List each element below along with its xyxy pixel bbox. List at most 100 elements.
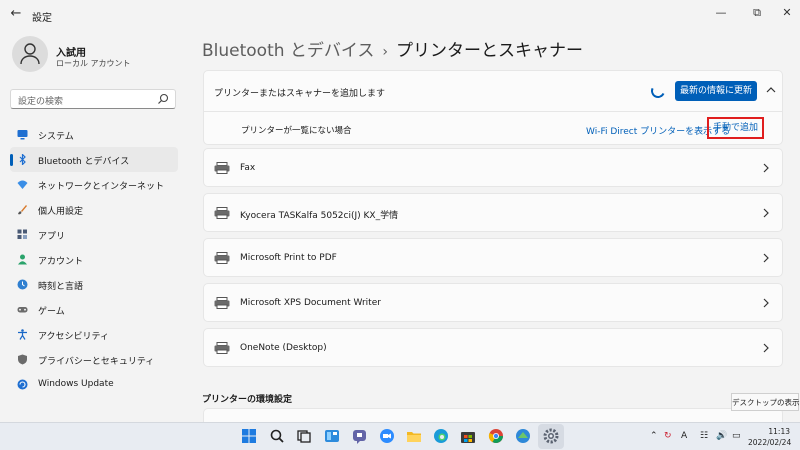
sidebar-item-shield[interactable]: プライバシーとセキュリティ [10,347,178,372]
ime-indicator[interactable]: A [681,431,687,441]
sidebar-item-label: ネットワークとインターネット [38,182,165,192]
user-name: 入試用 [56,48,86,59]
battery-icon[interactable]: ▭ [732,431,741,441]
printer-item[interactable]: Kyocera TASKalfa 5052ci(J) KX_学情 [203,193,783,232]
printer-name: Fax [240,163,256,173]
printer-item[interactable]: Fax [203,148,783,187]
clock-date: 2022/02/24 [748,438,792,447]
sidebar-item-accessibility[interactable]: アクセシビリティ [10,322,178,347]
zoom-icon[interactable] [379,428,395,444]
close-button[interactable]: ✕ [776,4,798,22]
sidebar-item-gamepad[interactable]: ゲーム [10,297,178,322]
add-printer-row: プリンターまたはスキャナーを追加します 最新の情報に更新 [204,71,782,111]
printer-item[interactable]: OneNote (Desktop) [203,328,783,367]
chevron-right-icon: › [382,44,389,60]
printer-name: Microsoft Print to PDF [240,253,337,263]
monitor-icon [17,130,28,140]
accessibility-icon [18,329,27,340]
show-desktop-tooltip: デスクトップの表示 [731,393,800,411]
page-title: プリンターとスキャナー [396,41,584,61]
sidebar-item-update[interactable]: Windows Update [10,372,178,397]
printer-icon [214,342,230,354]
sidebar-item-label: アプリ [38,232,66,242]
account-type: ローカル アカウント [56,59,131,68]
person-icon [20,43,40,65]
not-listed-row: プリンターが一覧にない場合 Wi-Fi Direct プリンターを表示する 手動… [204,112,782,146]
printer-icon [214,252,230,264]
sidebar-item-brush[interactable]: 個人用設定 [10,197,178,222]
sidebar-item-person[interactable]: アカウント [10,247,178,272]
store-icon[interactable] [460,428,476,444]
sidebar-item-label: プライバシーとセキュリティ [38,357,155,367]
taskbar: ⌃ ↻ A ☷ 🔊 ▭ 11:13 2022/02/24 [0,422,800,450]
chevron-right-icon [763,343,769,353]
printer-name: OneNote (Desktop) [240,343,327,353]
sidebar-item-label: システム [38,132,74,142]
bluetooth-icon [19,154,26,165]
search-icon[interactable] [269,428,285,444]
search-input[interactable]: 設定の検索 [10,89,176,109]
printer-item[interactable]: Microsoft Print to PDF [203,238,783,277]
add-printer-card: プリンターまたはスキャナーを追加します 最新の情報に更新 プリンターが一覧にない… [203,70,783,145]
network-icon[interactable]: ☷ [700,431,708,441]
file-explorer-icon[interactable] [406,428,422,444]
sync-icon[interactable]: ↻ [664,431,672,441]
sidebar-item-label: 時刻と言語 [38,282,84,292]
sidebar-item-label: 個人用設定 [38,207,84,217]
teams-chat-icon[interactable] [352,428,368,444]
section-title: プリンターの環境設定 [202,395,293,405]
widgets-icon[interactable] [324,428,340,444]
brush-icon [18,205,27,215]
globe-clock-icon [17,279,28,290]
windows-start-icon[interactable] [241,428,257,444]
sidebar-item-monitor[interactable]: システム [10,122,178,147]
settings-icon[interactable] [543,428,559,444]
chevron-right-icon [763,298,769,308]
add-printer-label: プリンターまたはスキャナーを追加します [214,89,386,99]
printer-name: Microsoft XPS Document Writer [240,298,381,308]
printer-preferences-card[interactable] [203,408,783,422]
printer-icon [214,207,230,219]
loading-spinner-icon [649,82,667,100]
maximize-button[interactable]: ⧉ [746,4,768,22]
chevron-right-icon [763,208,769,218]
printer-icon [214,162,230,174]
manual-add-link[interactable]: 手動で追加 [707,117,764,139]
sidebar-item-label: Bluetooth とデバイス [38,157,130,167]
task-view-icon[interactable] [296,428,312,444]
shield-icon [18,354,27,365]
printer-icon [214,297,230,309]
search-icon[interactable] [157,93,169,105]
chevron-right-icon [763,253,769,263]
sidebar-nav: システム Bluetooth とデバイスネットワークとインターネット 個人用設定アプ… [10,122,178,397]
gamepad-icon [17,307,28,313]
clock[interactable]: 11:13 2022/02/24 [748,426,792,448]
minimize-button[interactable]: — [710,4,732,22]
update-icon [17,379,28,390]
control-icon[interactable] [515,428,531,444]
chevron-up-icon[interactable] [764,83,778,97]
breadcrumb-parent[interactable]: Bluetooth とデバイス [202,41,374,61]
search-placeholder: 設定の検索 [18,97,64,107]
refresh-button[interactable]: 最新の情報に更新 [675,81,757,101]
not-listed-label: プリンターが一覧にない場合 [241,126,352,136]
sidebar-item-label: アクセシビリティ [38,332,110,342]
sidebar-item-bluetooth[interactable]: Bluetooth とデバイス [10,147,178,172]
chrome-icon[interactable] [488,428,504,444]
title-bar: ← 設定 — ⧉ ✕ [0,0,800,30]
chevron-right-icon [763,163,769,173]
printer-item[interactable]: Microsoft XPS Document Writer [203,283,783,322]
breadcrumb: Bluetooth とデバイス › プリンターとスキャナー [202,36,583,61]
edge-icon[interactable] [433,428,449,444]
chevron-up-icon[interactable]: ⌃ [650,431,658,441]
sidebar-item-label: アカウント [38,257,84,267]
printer-name: Kyocera TASKalfa 5052ci(J) KX_学情 [240,211,399,221]
sidebar-item-globe-clock[interactable]: 時刻と言語 [10,272,178,297]
volume-icon[interactable]: 🔊 [716,431,727,441]
sidebar-item-apps[interactable]: アプリ [10,222,178,247]
wifi-icon [17,180,28,189]
sidebar-item-wifi[interactable]: ネットワークとインターネット [10,172,178,197]
person-icon [18,254,27,265]
back-arrow-icon[interactable]: ← [8,6,24,22]
sidebar-item-label: ゲーム [38,307,65,317]
